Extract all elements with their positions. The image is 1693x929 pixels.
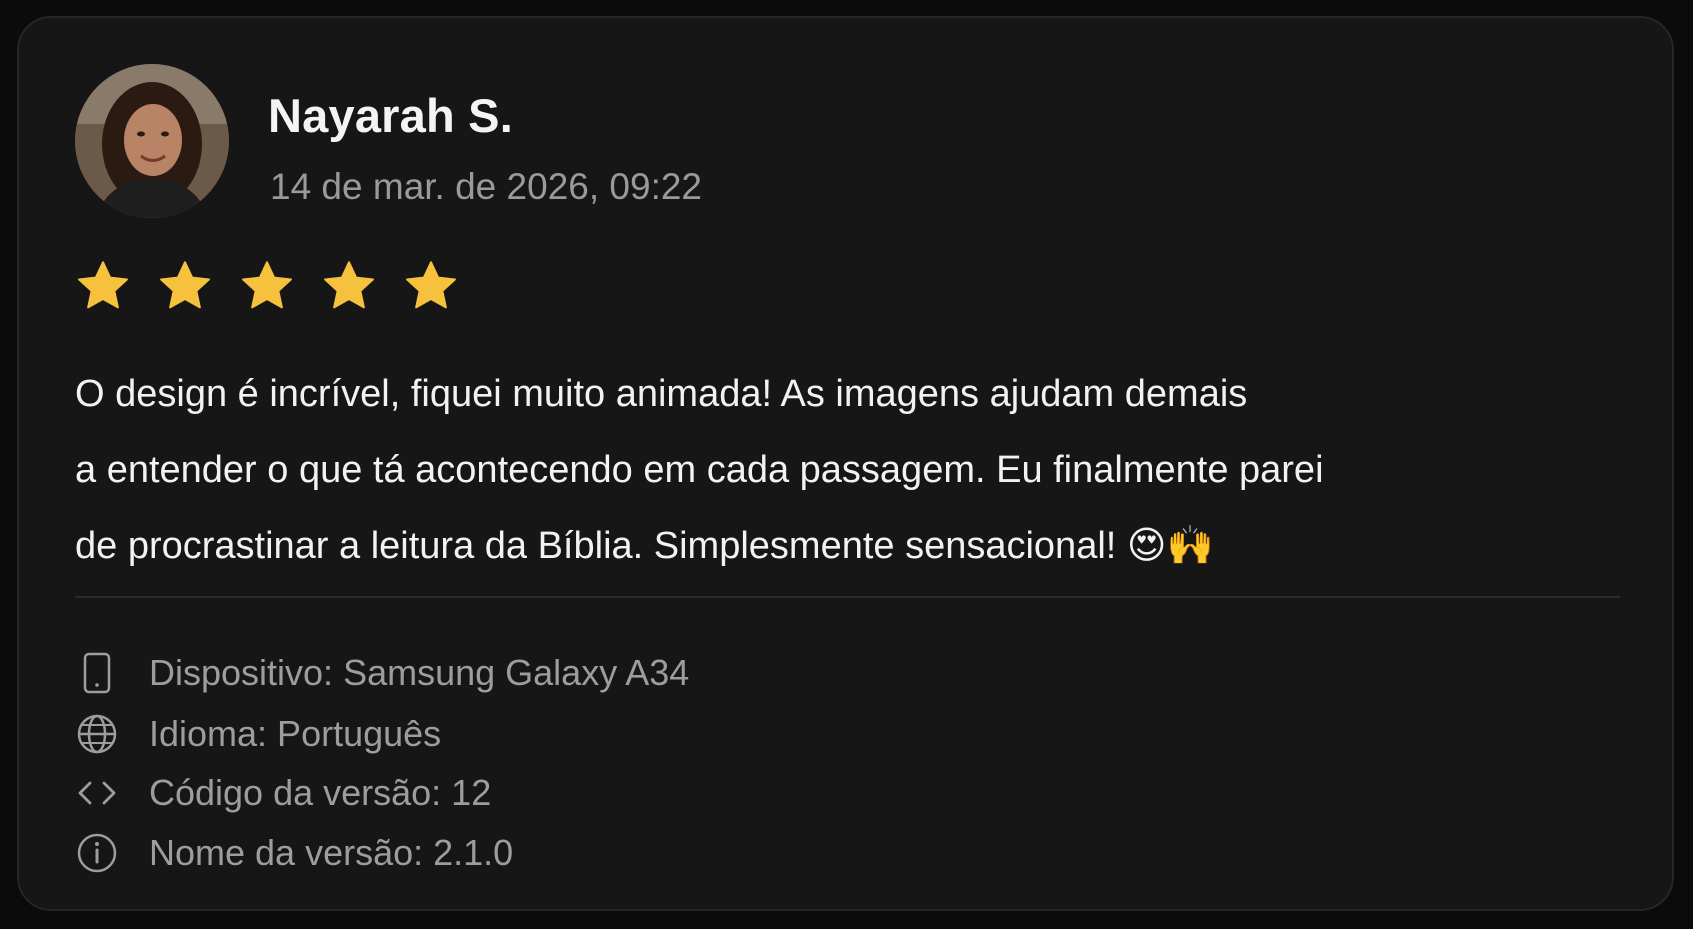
meta-device: Dispositivo: Samsung Galaxy A34 xyxy=(75,648,875,698)
code-icon xyxy=(75,771,119,815)
info-icon xyxy=(75,831,119,875)
star-icon xyxy=(75,258,131,322)
review-text-line: de procrastinar a leitura da Bíblia. Sim… xyxy=(75,525,1214,567)
star-icon xyxy=(321,258,377,322)
star-icon xyxy=(239,258,295,322)
star-rating xyxy=(75,258,459,322)
review-card: Nayarah S. 14 de mar. de 2026, 09:22 O d… xyxy=(17,16,1674,911)
meta-version-name: Nome da versão: 2.1.0 xyxy=(75,828,875,878)
meta-version-code: Código da versão: 12 xyxy=(75,768,875,818)
meta-language: Idioma: Português xyxy=(75,709,875,759)
star-icon xyxy=(403,258,459,322)
smartphone-icon xyxy=(75,651,119,695)
meta-language-text: Idioma: Português xyxy=(149,713,442,754)
divider xyxy=(75,596,1620,598)
review-text-line: O design é incrível, fiquei muito animad… xyxy=(75,373,1248,415)
avatar xyxy=(75,64,229,218)
meta-device-text: Dispositivo: Samsung Galaxy A34 xyxy=(149,652,690,693)
meta-version-name-text: Nome da versão: 2.1.0 xyxy=(149,832,514,873)
review-text-line: a entender o que tá acontecendo em cada … xyxy=(75,449,1324,491)
review-date: 14 de mar. de 2026, 09:22 xyxy=(270,166,703,207)
globe-icon xyxy=(75,712,119,756)
meta-version-code-text: Código da versão: 12 xyxy=(149,772,492,813)
author-name: Nayarah S. xyxy=(268,89,513,142)
star-icon xyxy=(157,258,213,322)
review-text: O design é incrível, fiquei muito animad… xyxy=(75,356,1635,584)
